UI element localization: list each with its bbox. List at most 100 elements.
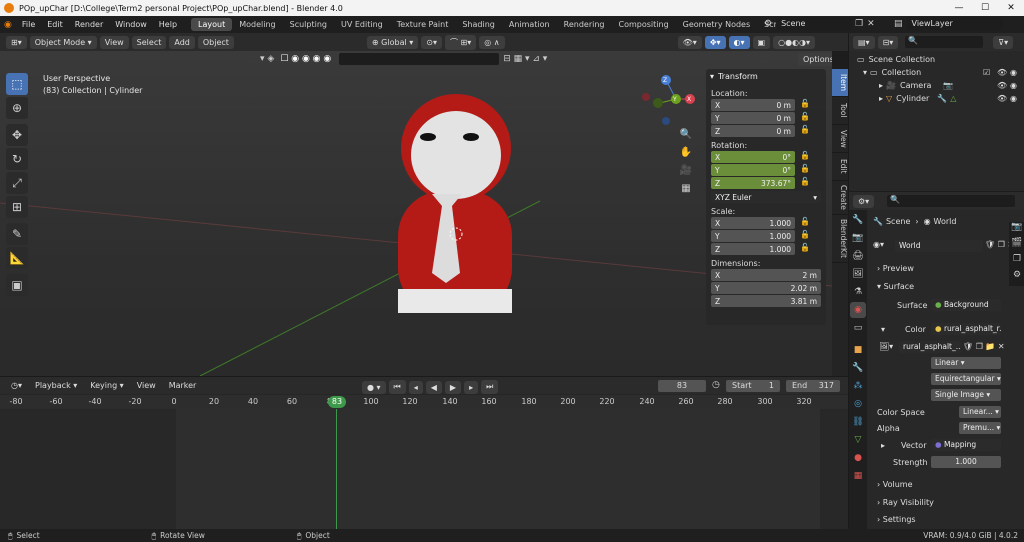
camera-view-icon[interactable]: 🎥 — [678, 165, 694, 183]
source-dropdown[interactable]: Single Image ▾ — [931, 389, 1001, 401]
new-scene-icon[interactable]: ❐ — [855, 19, 863, 29]
start-frame-field[interactable]: Start 1 — [726, 380, 780, 392]
pivot-point-icon[interactable]: ⊙▾ — [421, 35, 442, 49]
menu-view[interactable]: View — [99, 35, 129, 49]
material-tab-icon[interactable]: ● — [850, 450, 866, 466]
menu-select[interactable]: Select — [131, 35, 167, 49]
tab-blenderkit[interactable]: BlenderKit — [832, 215, 848, 263]
tab-sculpting[interactable]: Sculpting — [283, 18, 334, 31]
tab-tool[interactable]: Tool — [832, 97, 848, 125]
rotation-y-field[interactable]: Y 0° — [711, 164, 795, 176]
camera-row[interactable]: ▸ 🎥 Camera 📷 👁 ◉ — [849, 79, 1024, 92]
menu-help[interactable]: Help — [153, 20, 183, 29]
world-tab-icon[interactable]: ◉ — [850, 302, 866, 318]
output-tab-icon[interactable]: 🖨 — [850, 248, 866, 264]
current-frame-field[interactable]: 83 — [658, 380, 706, 392]
collection-tab-icon[interactable]: ▭ — [850, 320, 866, 336]
editor-type-icon[interactable]: ⊞▾ — [6, 35, 27, 49]
tab-texture-paint[interactable]: Texture Paint — [390, 18, 456, 31]
scene-collection-row[interactable]: ▭ Scene Collection — [849, 53, 1024, 66]
timeline-body[interactable] — [0, 409, 848, 530]
world-browse-icon[interactable]: ◉▾ — [873, 240, 884, 249]
checkbox-icon[interactable]: ☑ — [983, 68, 990, 77]
tab-edit[interactable]: Edit — [832, 153, 848, 181]
transform-orientation-dropdown[interactable]: ⊕ Global ▾ — [366, 35, 419, 49]
scale-y-field[interactable]: Y 1.000 — [711, 230, 795, 242]
tab-item[interactable]: Item — [832, 69, 848, 97]
camera-render-icon[interactable]: ◉ — [1010, 94, 1017, 103]
color-expand-icon[interactable]: ▾ — [881, 325, 885, 334]
zoom-icon[interactable]: 🔍 — [678, 129, 694, 147]
constraints-tab-icon[interactable]: ⛓ — [850, 414, 866, 430]
visibility-icon[interactable]: 👁▾ — [677, 35, 702, 49]
alpha-dropdown[interactable]: Premu... ▾ — [959, 422, 1001, 434]
filter-icon[interactable]: ⊽▾ — [993, 35, 1014, 49]
menu-add[interactable]: Add — [169, 35, 195, 49]
record-icon[interactable]: ● ▾ — [362, 380, 386, 394]
viewport-search-input[interactable] — [339, 53, 500, 65]
location-y-field[interactable]: Y 0 m — [711, 112, 795, 124]
camera-render-icon[interactable]: ◉ — [1010, 81, 1017, 90]
rotation-mode-dropdown[interactable]: XYZ Euler ▾ — [711, 191, 821, 203]
lock-icon[interactable]: 🔓 — [800, 125, 810, 134]
timeline-view-menu[interactable]: View — [131, 379, 161, 392]
view-layer-tab-icon[interactable]: 🖼 — [850, 266, 866, 282]
rotation-z-field[interactable]: Z 373.67° — [711, 177, 795, 189]
menu-window[interactable]: Window — [109, 20, 153, 29]
volume-panel-header[interactable]: › Volume — [877, 480, 913, 489]
pan-hand-icon[interactable]: ✋ — [678, 147, 694, 165]
dimension-z-field[interactable]: Z 3.81 m — [711, 295, 821, 307]
render-icon[interactable]: 📷 — [1009, 222, 1024, 238]
3d-viewport[interactable]: Z X Y User Perspective (83) Collection |… — [0, 51, 832, 376]
end-frame-field[interactable]: End 317 — [786, 380, 840, 392]
scale-icon[interactable]: ⤢ — [6, 172, 28, 194]
prev-keyframe-icon[interactable]: ◂ — [408, 380, 423, 394]
projection-dropdown[interactable]: Equirectangular ▾ — [931, 373, 1001, 385]
gizmo-neg-z[interactable] — [662, 117, 670, 125]
tab-rendering[interactable]: Rendering — [557, 18, 612, 31]
video-icon[interactable]: 🎬 — [1009, 238, 1024, 254]
minimize-icon[interactable]: — — [946, 0, 972, 16]
outliner-search-input[interactable]: 🔍 — [905, 36, 984, 48]
eye-icon[interactable]: 👁 — [997, 94, 1007, 103]
lock-icon[interactable]: 🔓 — [800, 230, 810, 239]
strength-field[interactable]: 1.000 — [931, 456, 1001, 468]
tab-uv-editing[interactable]: UV Editing — [334, 18, 390, 31]
measure-icon[interactable]: 📐 — [6, 247, 28, 269]
overlay-icon[interactable]: ◐▾ — [728, 35, 750, 49]
subheader-extra-icons[interactable]: ⊟ ▦ ▾ ⊿ ▾ — [503, 54, 547, 64]
data-tab-icon[interactable]: ▽ — [850, 432, 866, 448]
gizmo-icon[interactable]: ✥▾ — [704, 35, 726, 49]
render-tab-icon[interactable]: 📷 — [850, 230, 866, 246]
rotate-icon[interactable]: ↻ — [6, 148, 28, 170]
eye-icon[interactable]: 👁 — [997, 68, 1007, 77]
location-z-field[interactable]: Z 0 m — [711, 125, 795, 137]
lock-icon[interactable]: 🔓 — [800, 112, 810, 121]
cylinder-row[interactable]: ▸ ▽ Cylinder 🔧 △ 👁 ◉ — [849, 92, 1024, 105]
vector-input-field[interactable]: ● Mapping — [931, 439, 1001, 451]
lock-icon[interactable]: 🔓 — [800, 164, 810, 173]
snap-icon[interactable]: ⌒ ⊞▾ — [444, 34, 477, 50]
texture-tab-icon[interactable]: ▦ — [850, 468, 866, 484]
filter-dropdown-icon[interactable]: ▾ ◈ — [260, 54, 274, 64]
playback-menu[interactable]: Playback ▾ — [30, 379, 83, 392]
dimension-y-field[interactable]: Y 2.02 m — [711, 282, 821, 294]
view-layer-selector[interactable]: ViewLayer — [906, 17, 1003, 30]
location-x-field[interactable]: X 0 m — [711, 99, 795, 111]
tab-compositing[interactable]: Compositing — [612, 18, 676, 31]
ray-visibility-panel-header[interactable]: › Ray Visibility — [877, 498, 934, 507]
tab-view[interactable]: View — [832, 125, 848, 153]
preview-panel-header[interactable]: › Preview — [877, 264, 914, 273]
particles-tab-icon[interactable]: ⁂ — [850, 378, 866, 394]
options-dropdown[interactable]: Options — [798, 53, 832, 66]
settings-panel-header[interactable]: › Settings — [877, 515, 916, 524]
close-icon[interactable]: ✕ — [998, 0, 1024, 16]
lock-icon[interactable]: 🔓 — [800, 243, 810, 252]
jump-end-icon[interactable]: ⏭ — [481, 380, 499, 394]
move-icon[interactable]: ✥ — [6, 124, 28, 146]
world-name-field[interactable]: World — [895, 240, 983, 252]
scene-selector[interactable]: Scene — [776, 17, 853, 30]
color-space-dropdown[interactable]: Linear... ▾ — [959, 406, 1001, 418]
play-icon[interactable]: ▶ — [444, 380, 462, 394]
tab-shading[interactable]: Shading — [455, 18, 502, 31]
